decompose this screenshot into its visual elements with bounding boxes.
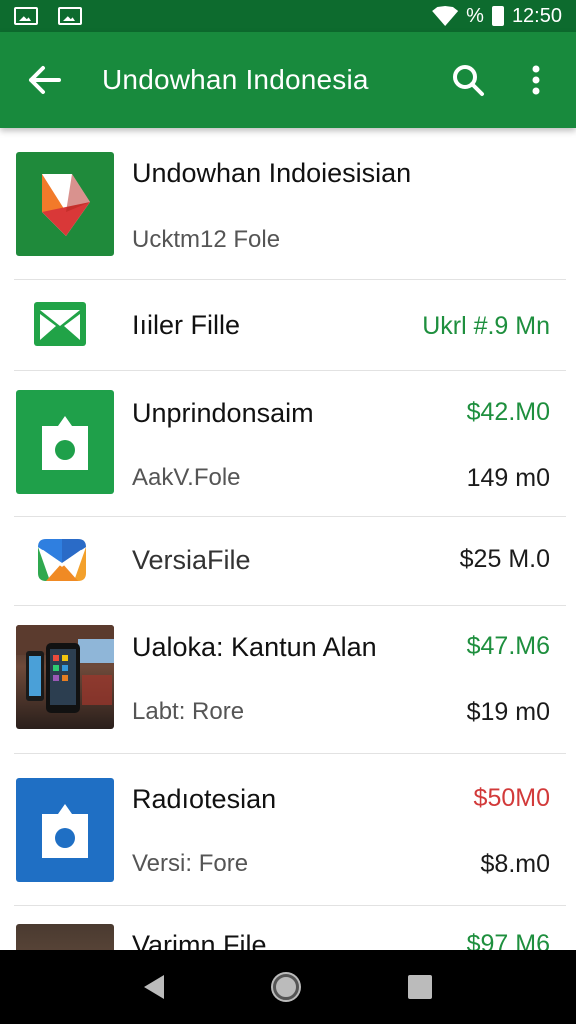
gmail-style-icon <box>32 533 94 585</box>
item-title: Undowhan Indoiesisian <box>132 158 412 188</box>
item-size: $19 m0 <box>466 698 550 726</box>
list-item[interactable]: Radıotesian $50M0 Versi: Fore $8.m0 <box>14 754 566 906</box>
more-vert-icon[interactable] <box>516 60 556 100</box>
list-item[interactable]: VersiaFile $25 M.0 <box>14 517 566 606</box>
nav-home-icon[interactable] <box>272 974 299 1000</box>
item-title: Varimn File <box>132 930 267 950</box>
battery-percent-text: % <box>466 4 484 27</box>
app-bar: Undowhan Indonesia <box>0 32 576 128</box>
item-price: $47.M6 <box>466 632 550 660</box>
item-size: $8.m0 <box>480 850 550 878</box>
item-title: Unprindonsaim <box>132 398 314 428</box>
item-title: Ualoka: Kantun Alan <box>132 632 377 662</box>
item-price: Ukrl #.9 Mn <box>422 312 550 340</box>
item-size: 149 m0 <box>466 464 550 492</box>
gallery-notification-icon <box>14 7 38 25</box>
back-arrow-icon[interactable] <box>20 56 68 104</box>
item-subtitle: Versi: Fore <box>132 850 249 877</box>
wifi-icon <box>432 6 459 26</box>
blue-bag-icon <box>16 778 114 882</box>
image-notification-icon <box>58 7 82 25</box>
search-icon[interactable] <box>448 60 488 100</box>
phone-photo-thumbnail <box>16 625 114 729</box>
item-subtitle: Ucktm12 Fole <box>132 226 281 253</box>
list-item[interactable]: Varimn File $97 M6 <box>14 906 566 950</box>
item-price: $50M0 <box>473 784 550 812</box>
nav-recents-icon[interactable] <box>407 975 432 999</box>
red-orange-fold-icon <box>16 152 114 256</box>
item-price: $97 M6 <box>466 930 550 950</box>
item-size: $25 M.0 <box>459 545 550 573</box>
clock: 12:50 <box>511 4 562 27</box>
item-price: $42.M0 <box>466 398 550 426</box>
nav-back-icon[interactable] <box>144 975 165 999</box>
system-nav-bar <box>0 950 576 1024</box>
item-title: VersiaFile <box>132 545 251 575</box>
shopping-bag-icon <box>16 390 114 494</box>
photo-thumbnail <box>16 924 114 950</box>
list-item[interactable]: Unprindonsaim $42.M0 AakV.Fole 149 m0 <box>14 371 566 517</box>
green-envelope-icon <box>32 300 94 352</box>
list-item[interactable]: Undowhan Indoiesisian Ucktm12 Fole <box>14 128 566 280</box>
page-title: Undowhan Indonesia <box>102 64 369 95</box>
battery-icon <box>491 6 504 26</box>
item-title: Iıiler Fille <box>132 310 241 340</box>
list-item[interactable]: Iıiler Fille Ukrl #.9 Mn <box>14 280 566 371</box>
item-title: Radıotesian <box>132 784 277 814</box>
list-item[interactable]: Ualoka: Kantun Alan $47.M6 Labt: Rore $1… <box>14 606 566 754</box>
item-subtitle: Labt: Rore <box>132 698 245 725</box>
file-list: Undowhan Indoiesisian Ucktm12 Fole Iıile… <box>0 128 576 950</box>
item-subtitle: AakV.Fole <box>132 464 241 491</box>
status-bar: % 12:50 <box>0 0 576 32</box>
